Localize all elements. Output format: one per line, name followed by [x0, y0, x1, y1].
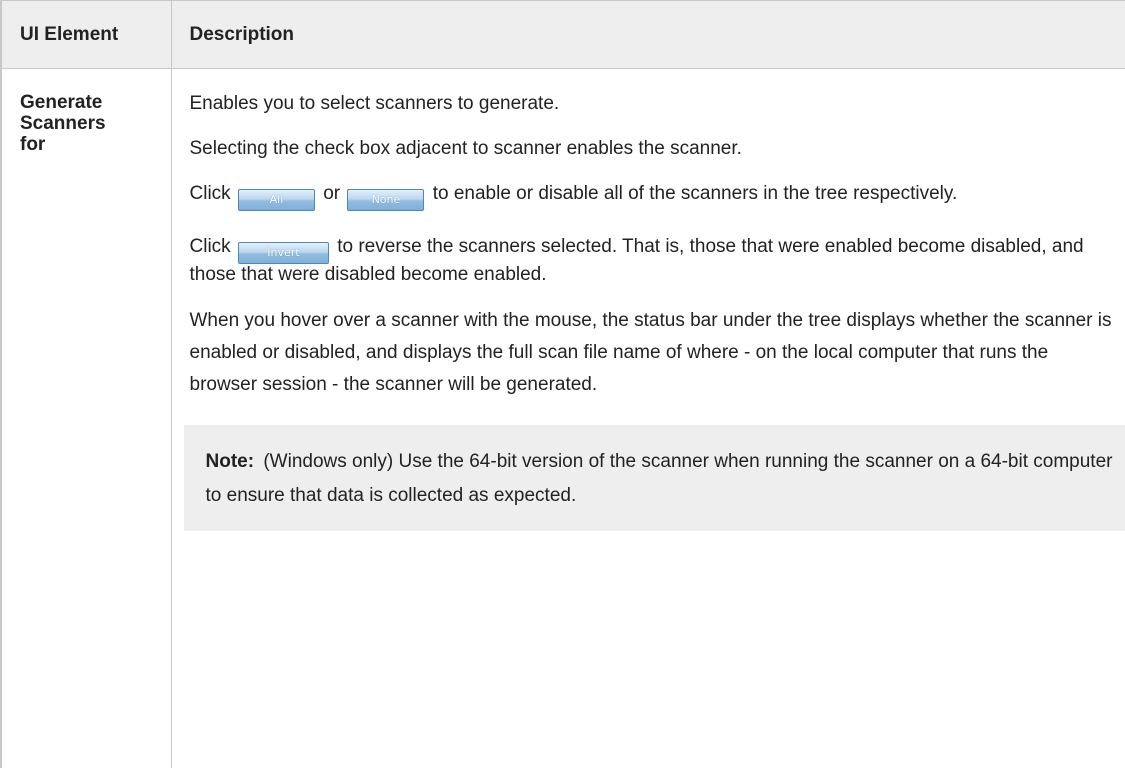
element-name-line: for — [20, 134, 46, 155]
invert-button: Invert — [237, 242, 329, 264]
invert-paragraph: Click Invert to reverse the scanners sel… — [190, 236, 1113, 285]
description-paragraph: Enables you to select scanners to genera… — [189, 93, 560, 114]
note-box: Note: (Windows only) Use the 64-bit vers… — [183, 425, 1125, 531]
ui-element-table: UI Element Description Generate Scanners… — [0, 0, 1125, 768]
note-text: (Windows only) Use the 64-bit version of… — [205, 451, 1113, 506]
element-name-cell: Generate Scanners for — [0, 68, 171, 768]
element-name-line: Generate — [20, 92, 103, 113]
element-name-line: Scanners — [20, 113, 106, 134]
description-paragraph: When you hover over a scanner with the m… — [189, 310, 1112, 395]
table-row: Generate Scanners for Enables you to sel… — [0, 68, 1125, 768]
header-description: Description — [170, 0, 1125, 69]
description-paragraph: Selecting the check box adjacent to scan… — [189, 138, 742, 159]
header-ui-element: UI Element — [0, 0, 171, 69]
all-button: All — [237, 189, 315, 211]
click-text: Click — [189, 183, 231, 204]
table-header-row: UI Element Description — [0, 0, 1125, 69]
all-none-description: to enable or disable all of the scanners… — [432, 183, 958, 204]
all-none-paragraph: Click All or None to enable or disable a… — [190, 183, 1113, 211]
click-text: Click — [189, 236, 231, 257]
none-button: None — [347, 189, 425, 211]
description-cell: Enables you to select scanners to genera… — [170, 68, 1125, 768]
or-text: or — [323, 183, 341, 204]
note-label: Note: — [205, 451, 255, 472]
